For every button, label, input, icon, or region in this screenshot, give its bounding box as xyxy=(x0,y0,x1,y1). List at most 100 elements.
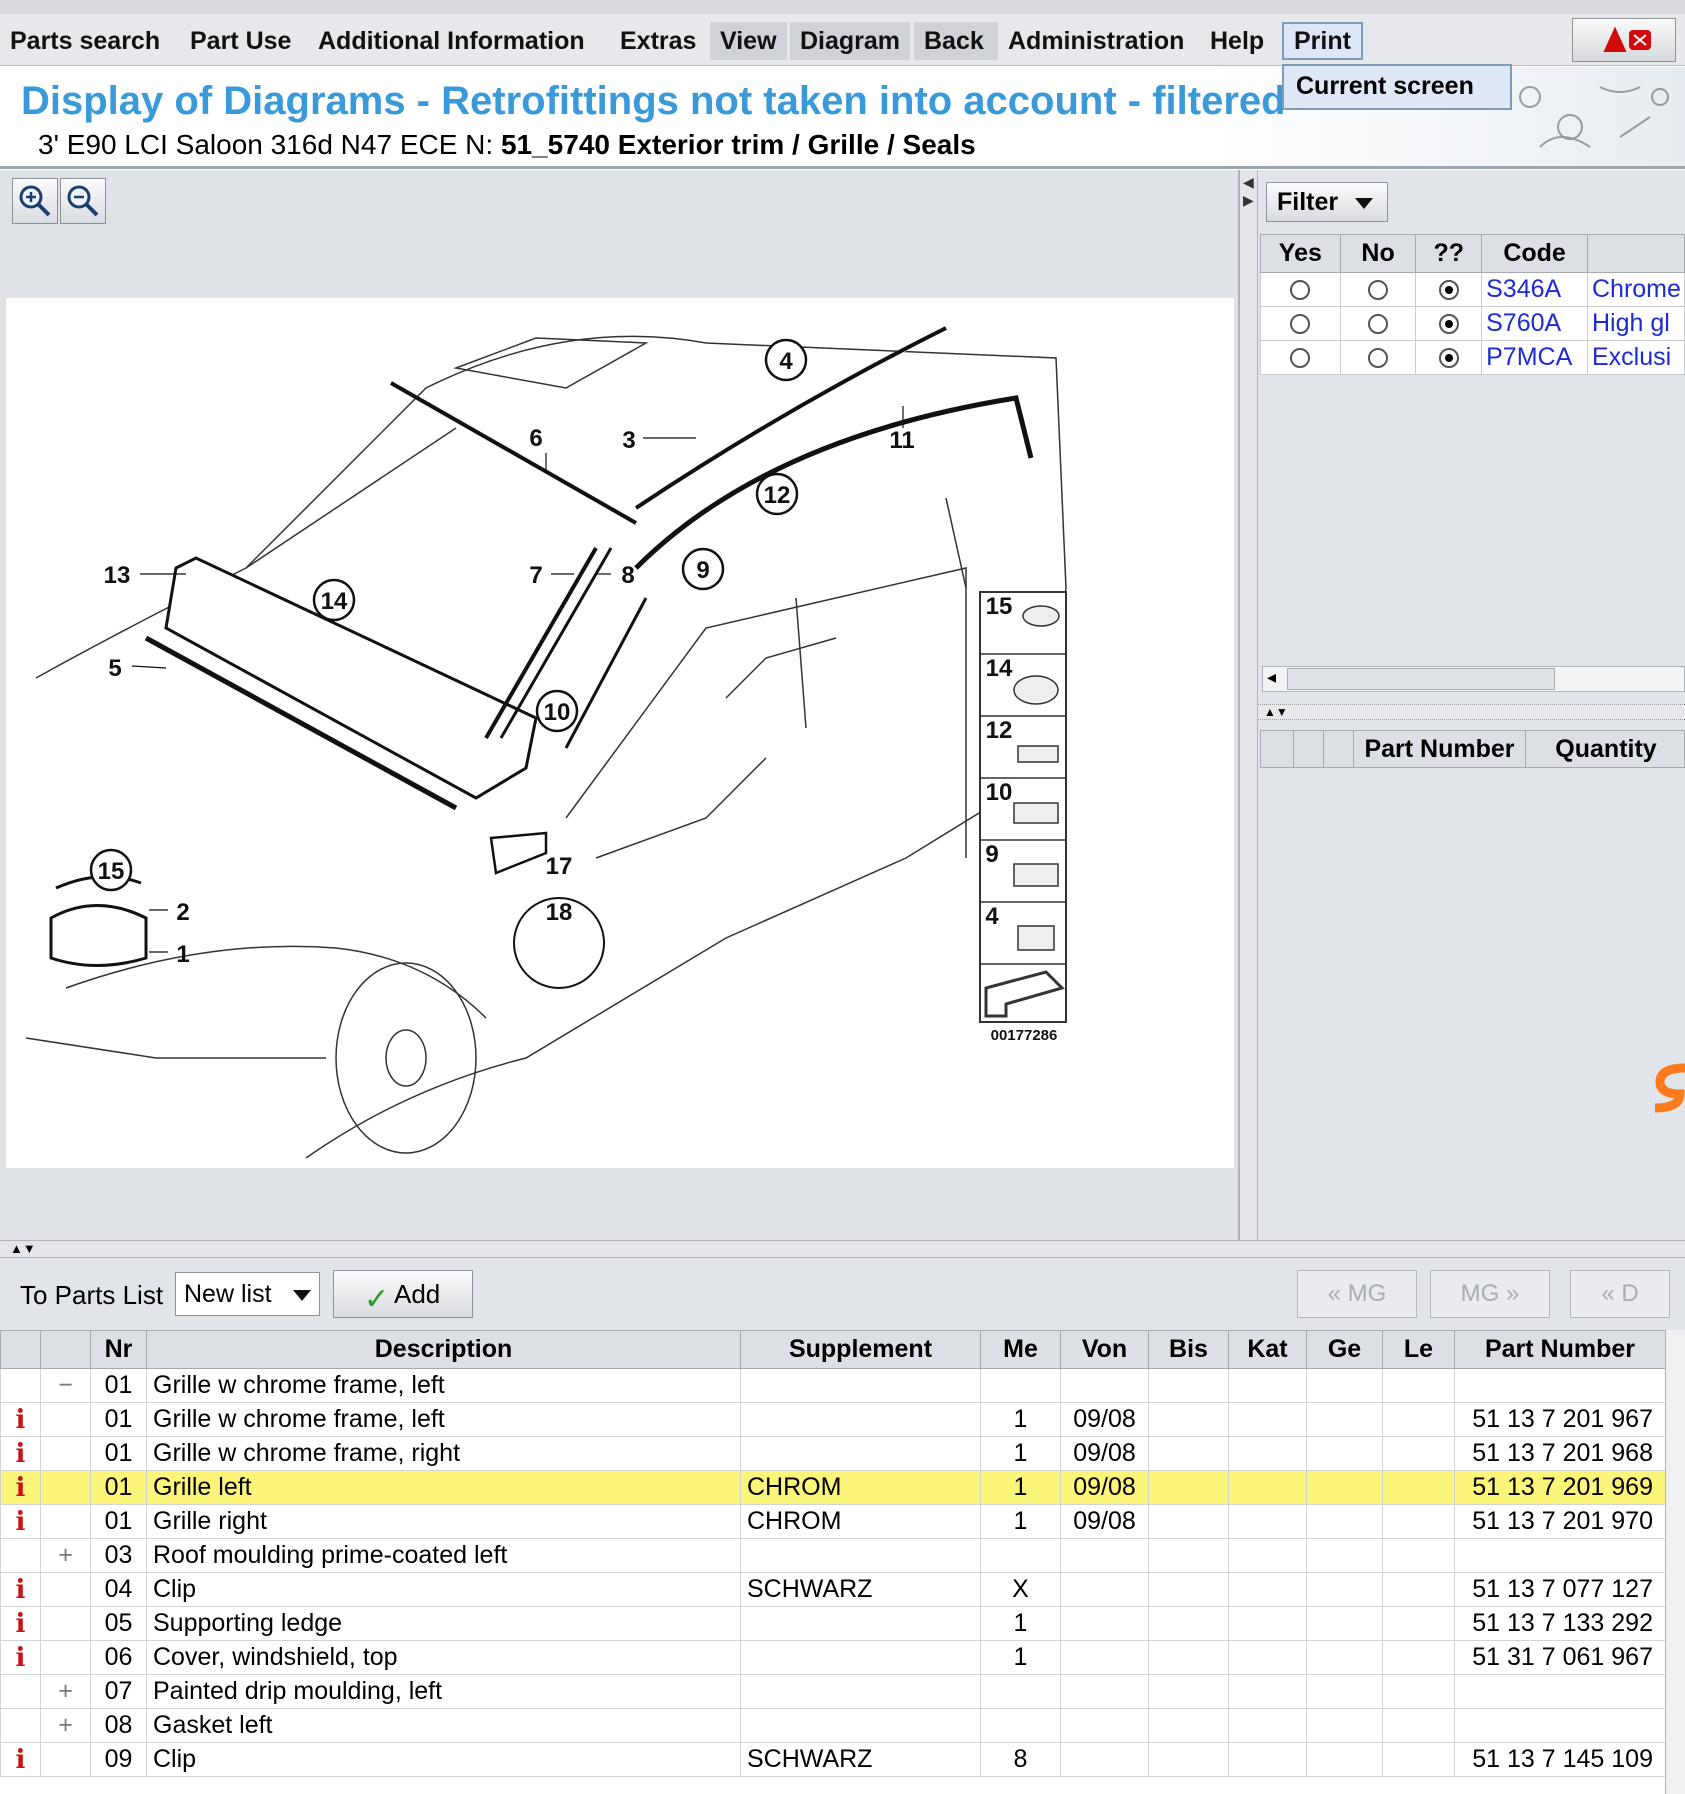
table-row[interactable]: i 01 Grille w chrome frame, right 1 09/08 51 … xyxy=(0,1436,1666,1471)
info-icon[interactable]: i xyxy=(0,1640,41,1675)
info-icon[interactable]: i xyxy=(0,1504,41,1539)
menu-extras[interactable]: Extras xyxy=(610,22,706,60)
info-icon[interactable]: i xyxy=(0,1606,41,1641)
callout-label[interactable]: 3 xyxy=(622,427,635,454)
filter-col-unknown[interactable]: ?? xyxy=(1415,234,1483,273)
filter-description[interactable]: High gl xyxy=(1587,306,1685,341)
thumbnail-label[interactable]: 12 xyxy=(986,717,1013,744)
radio-yes[interactable] xyxy=(1290,348,1311,369)
expand-toggle[interactable]: + xyxy=(40,1708,91,1743)
table-row[interactable]: i 01 Grille w chrome frame, left 1 09/08 51 1… xyxy=(0,1402,1666,1437)
menu-print[interactable]: Print xyxy=(1282,22,1363,60)
radio-unknown[interactable] xyxy=(1438,280,1459,301)
parts-table-vertical-scrollbar[interactable] xyxy=(1665,1330,1685,1794)
callout-label[interactable]: 11 xyxy=(889,427,914,454)
callout-label[interactable]: 1 xyxy=(176,941,189,968)
table-row[interactable]: i 06 Cover, windshield, top 1 51 31 7 061 96… xyxy=(0,1640,1666,1675)
callout-label[interactable]: 15 xyxy=(98,858,125,885)
callout-label[interactable]: 17 xyxy=(546,853,573,880)
filter-col-yes[interactable]: Yes xyxy=(1260,234,1341,273)
info-icon[interactable]: i xyxy=(0,1436,41,1471)
expand-toggle[interactable]: + xyxy=(40,1674,91,1709)
radio-no[interactable] xyxy=(1368,314,1389,335)
menu-administration[interactable]: Administration xyxy=(998,22,1194,60)
col-description[interactable]: Description xyxy=(146,1330,741,1369)
callout-label[interactable]: 5 xyxy=(108,655,121,682)
filter-code[interactable]: S760A xyxy=(1481,306,1588,341)
zoom-in-button[interactable] xyxy=(12,178,58,224)
thumbnail-label[interactable]: 10 xyxy=(986,779,1013,806)
menu-help[interactable]: Help xyxy=(1200,22,1274,60)
filter-horizontal-scrollbar[interactable]: ◂ xyxy=(1262,666,1685,692)
filter-code[interactable]: S346A xyxy=(1481,272,1588,307)
add-button[interactable]: ✓ Add xyxy=(333,1270,473,1318)
filter-col-code[interactable]: Code xyxy=(1481,234,1588,273)
callout-label[interactable]: 9 xyxy=(696,557,709,584)
table-row[interactable]: i 09 Clip SCHWARZ 8 51 13 7 145 109 xyxy=(0,1742,1666,1777)
table-row[interactable]: +03 Roof moulding prime-coated left xyxy=(0,1538,1666,1573)
callout-label[interactable]: 13 xyxy=(104,562,131,589)
callout-label[interactable]: 7 xyxy=(529,562,542,589)
thumbnail-label[interactable]: 15 xyxy=(986,593,1013,620)
previous-diagram-button[interactable]: « D xyxy=(1570,1270,1670,1318)
radio-no[interactable] xyxy=(1368,280,1389,301)
radio-yes[interactable] xyxy=(1290,314,1311,335)
print-current-screen-item[interactable]: Current screen xyxy=(1296,72,1474,101)
col-part-number[interactable]: Part Number xyxy=(1454,1330,1666,1369)
table-row[interactable]: −01 Grille w chrome frame, left xyxy=(0,1368,1666,1403)
menu-view[interactable]: View xyxy=(710,22,787,60)
col-quantity[interactable]: Me xyxy=(980,1330,1061,1369)
filter-description[interactable]: Chrome xyxy=(1587,272,1685,307)
info-icon[interactable]: i xyxy=(0,1470,41,1505)
filter-button[interactable]: Filter xyxy=(1266,182,1388,222)
right-panel-splitter[interactable]: ▲▼ xyxy=(1258,704,1685,720)
menu-back[interactable]: Back xyxy=(914,22,998,60)
col-to[interactable]: Bis xyxy=(1148,1330,1229,1369)
col-from[interactable]: Von xyxy=(1060,1330,1149,1369)
col-supplement[interactable]: Supplement xyxy=(740,1330,981,1369)
logo-button[interactable] xyxy=(1572,18,1676,62)
callout-label[interactable]: 12 xyxy=(764,482,791,509)
scrollbar-thumb[interactable] xyxy=(1287,668,1555,690)
filter-col-no[interactable]: No xyxy=(1339,234,1417,273)
table-row[interactable]: i 01 Grille left CHROM 1 09/08 51 13 7 201 969 xyxy=(0,1470,1666,1505)
radio-yes[interactable] xyxy=(1290,280,1311,301)
filter-code[interactable]: P7MCA xyxy=(1481,340,1588,375)
col-category[interactable]: Kat xyxy=(1228,1330,1307,1369)
callout-label[interactable]: 8 xyxy=(621,562,634,589)
table-row[interactable]: +07 Painted drip moulding, left xyxy=(0,1674,1666,1709)
callout-label[interactable]: 6 xyxy=(529,425,542,452)
callout-label[interactable]: 2 xyxy=(176,899,189,926)
radio-no[interactable] xyxy=(1368,348,1389,369)
thumbnail-label[interactable]: 14 xyxy=(986,655,1013,682)
radio-unknown[interactable] xyxy=(1438,314,1459,335)
callout-label[interactable]: 4 xyxy=(779,348,793,375)
zoom-out-button[interactable] xyxy=(60,178,106,224)
table-row[interactable]: i 01 Grille right CHROM 1 09/08 51 13 7 201 97… xyxy=(0,1504,1666,1539)
table-row[interactable]: i 05 Supporting ledge 1 51 13 7 133 292 xyxy=(0,1606,1666,1641)
menu-additional-information[interactable]: Additional Information xyxy=(308,22,595,60)
menu-diagram[interactable]: Diagram xyxy=(790,22,911,60)
col-le[interactable]: Le xyxy=(1382,1330,1455,1369)
parts-col-quantity[interactable]: Quantity xyxy=(1525,731,1685,767)
next-main-group-button[interactable]: MG » xyxy=(1430,1270,1550,1318)
splitter-left-arrow-icon[interactable]: ◀ xyxy=(1243,174,1254,191)
vertical-splitter[interactable]: ◀ ▶ xyxy=(1240,170,1258,1240)
table-row[interactable]: i 04 Clip SCHWARZ X 51 13 7 077 127 xyxy=(0,1572,1666,1607)
info-icon[interactable]: i xyxy=(0,1742,41,1777)
thumbnail-label[interactable]: 4 xyxy=(985,903,999,930)
parts-diagram[interactable]: 4 12 9 14 10 15 3 6 11 7 8 13 5 2 1 17 1… xyxy=(6,298,1234,1168)
info-icon[interactable]: i xyxy=(0,1402,41,1437)
table-row[interactable]: +08 Gasket left xyxy=(0,1708,1666,1743)
previous-main-group-button[interactable]: « MG xyxy=(1297,1270,1417,1318)
horizontal-splitter[interactable]: ▲▼ xyxy=(0,1240,1685,1258)
parts-col-part-number[interactable]: Part Number xyxy=(1353,731,1525,767)
menu-parts-search[interactable]: Parts search xyxy=(0,22,170,60)
callout-label[interactable]: 14 xyxy=(321,588,348,615)
expand-toggle[interactable]: + xyxy=(40,1538,91,1573)
parts-list-select[interactable]: New list xyxy=(175,1272,320,1316)
scroll-left-arrow-icon[interactable]: ◂ xyxy=(1267,667,1276,688)
expand-toggle[interactable]: − xyxy=(40,1368,91,1403)
radio-unknown[interactable] xyxy=(1438,348,1459,369)
splitter-right-arrow-icon[interactable]: ▶ xyxy=(1243,192,1254,209)
